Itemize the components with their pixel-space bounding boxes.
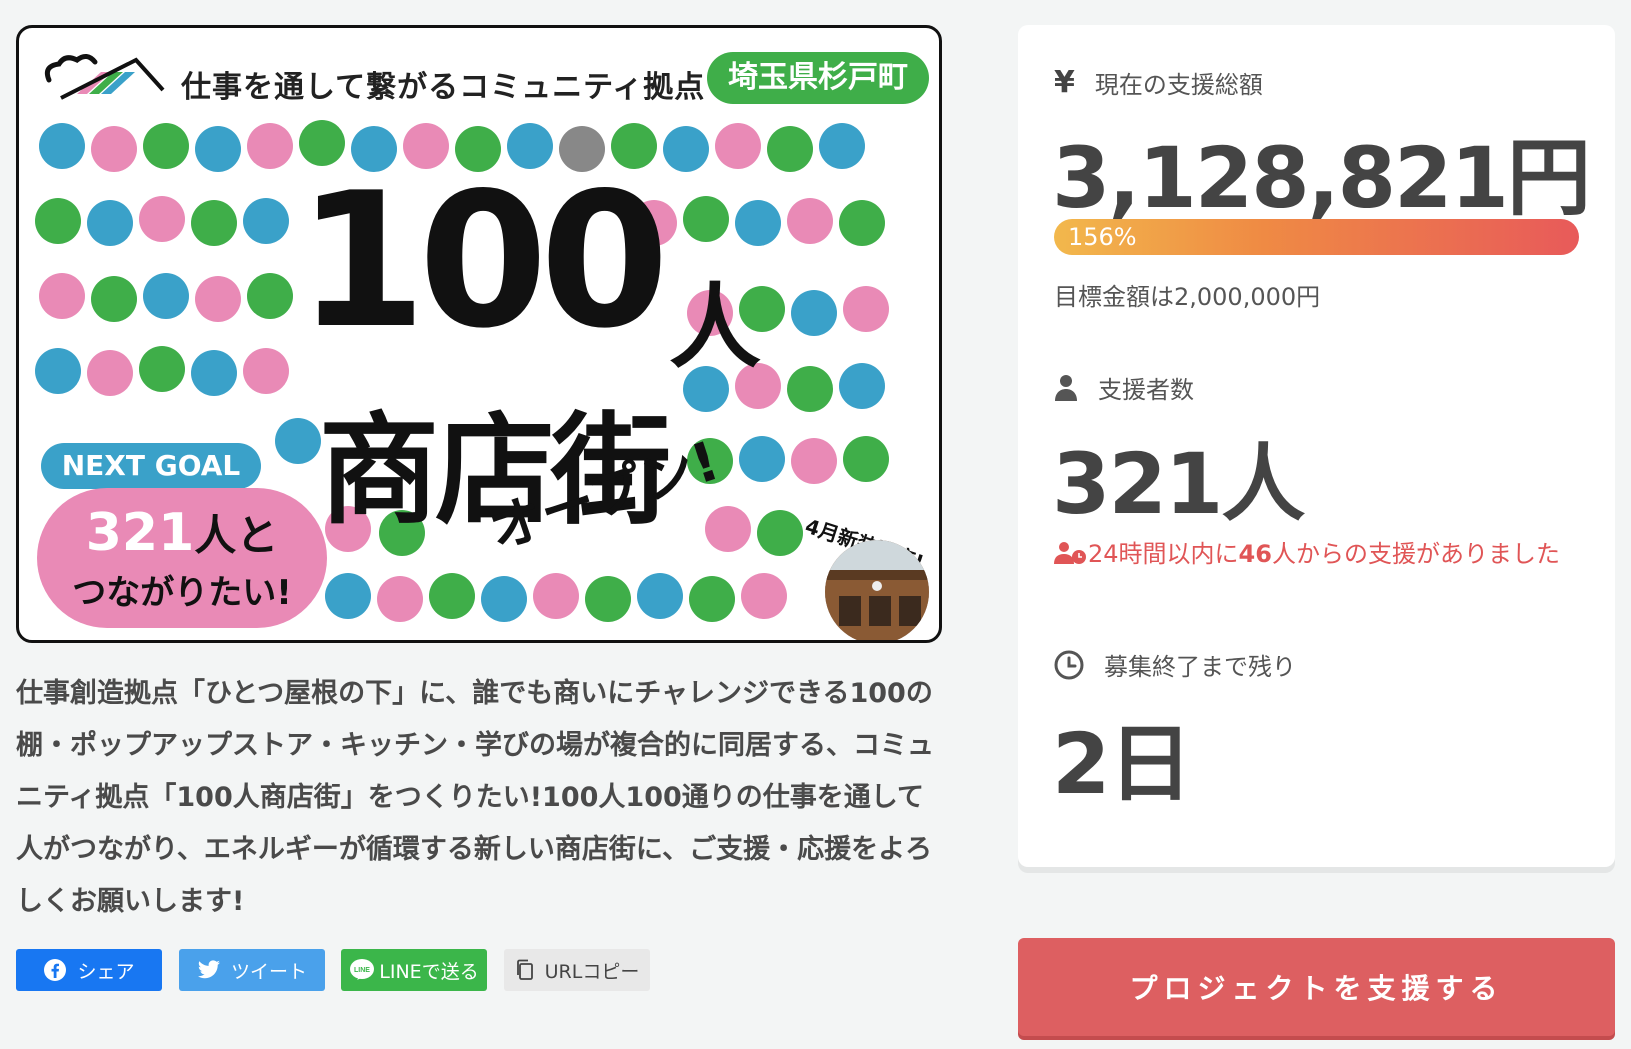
- remaining-value: 2日: [1052, 715, 1192, 813]
- total-amount-label: 現在の支援総額: [1094, 71, 1263, 99]
- supporters-count: 321人: [1052, 435, 1305, 533]
- total-amount-header: ¥ 現在の支援総額: [1054, 65, 1263, 100]
- line-icon: LINE: [350, 959, 375, 980]
- hero-big-number: 100: [297, 152, 669, 369]
- clock-icon: [1054, 650, 1084, 679]
- target-amount-text: 目標金額は2,000,000円: [1054, 283, 1321, 311]
- support-project-button[interactable]: プロジェクトを支援する: [1018, 938, 1615, 1036]
- next-goal-tag: NEXT GOAL: [41, 443, 261, 489]
- recent-suffix: 人からの支援がありました: [1271, 540, 1560, 568]
- project-hero-image: 仕事を通して繋がるコミュニティ拠点 埼玉県杉戸町 100 人 商店街 オープン!…: [16, 25, 942, 643]
- remaining-label: 募集終了まで残り: [1104, 653, 1296, 681]
- person-icon: [1055, 374, 1077, 401]
- next-goal-bubble: 321人と つながりたい!: [37, 488, 327, 628]
- facebook-share-label: シェア: [77, 960, 135, 983]
- next-goal-count: 321: [85, 503, 195, 563]
- line-share-button[interactable]: LINE LINEで送る: [341, 949, 487, 991]
- twitter-icon: [197, 960, 220, 979]
- funding-stats-card: ¥ 現在の支援総額 3,128,821円 156% 目標金額は2,000,000…: [1018, 25, 1615, 867]
- line-share-label: LINEで送る: [379, 960, 479, 983]
- recent-supporters-text: 24時間以内に46人からの支援がありました: [1054, 539, 1574, 569]
- remaining-header: 募集終了まで残り: [1054, 647, 1296, 682]
- recent-count: 46: [1238, 540, 1272, 568]
- hero-big-nin: 人: [669, 274, 762, 381]
- total-amount-value: 3,128,821円: [1052, 129, 1591, 227]
- next-goal-suffix: 人と: [194, 511, 279, 560]
- facebook-icon: [44, 959, 67, 981]
- url-copy-label: URLコピー: [544, 960, 640, 983]
- twitter-tweet-button[interactable]: ツイート: [179, 949, 325, 991]
- supporters-header: 支援者数: [1054, 370, 1194, 405]
- shop-photo: [825, 540, 929, 640]
- url-copy-button[interactable]: URLコピー: [504, 949, 650, 991]
- next-goal-line2: つながりたい!: [72, 573, 292, 613]
- funding-progress-bar: 156%: [1054, 219, 1579, 255]
- recent-prefix: 24時間以内に: [1088, 540, 1239, 568]
- svg-text:LINE: LINE: [354, 967, 370, 974]
- copy-icon: [516, 959, 533, 980]
- project-description: 仕事創造拠点「ひとつ屋根の下」に、誰でも商いにチャレンジできる100の棚・ポップ…: [16, 678, 934, 917]
- progress-percent: 156%: [1068, 223, 1137, 251]
- supporters-label: 支援者数: [1098, 376, 1194, 404]
- yen-icon: ¥: [1054, 65, 1075, 100]
- recent-supporters-icon: [1054, 542, 1086, 564]
- twitter-tweet-label: ツイート: [230, 960, 307, 983]
- facebook-share-button[interactable]: シェア: [16, 949, 162, 991]
